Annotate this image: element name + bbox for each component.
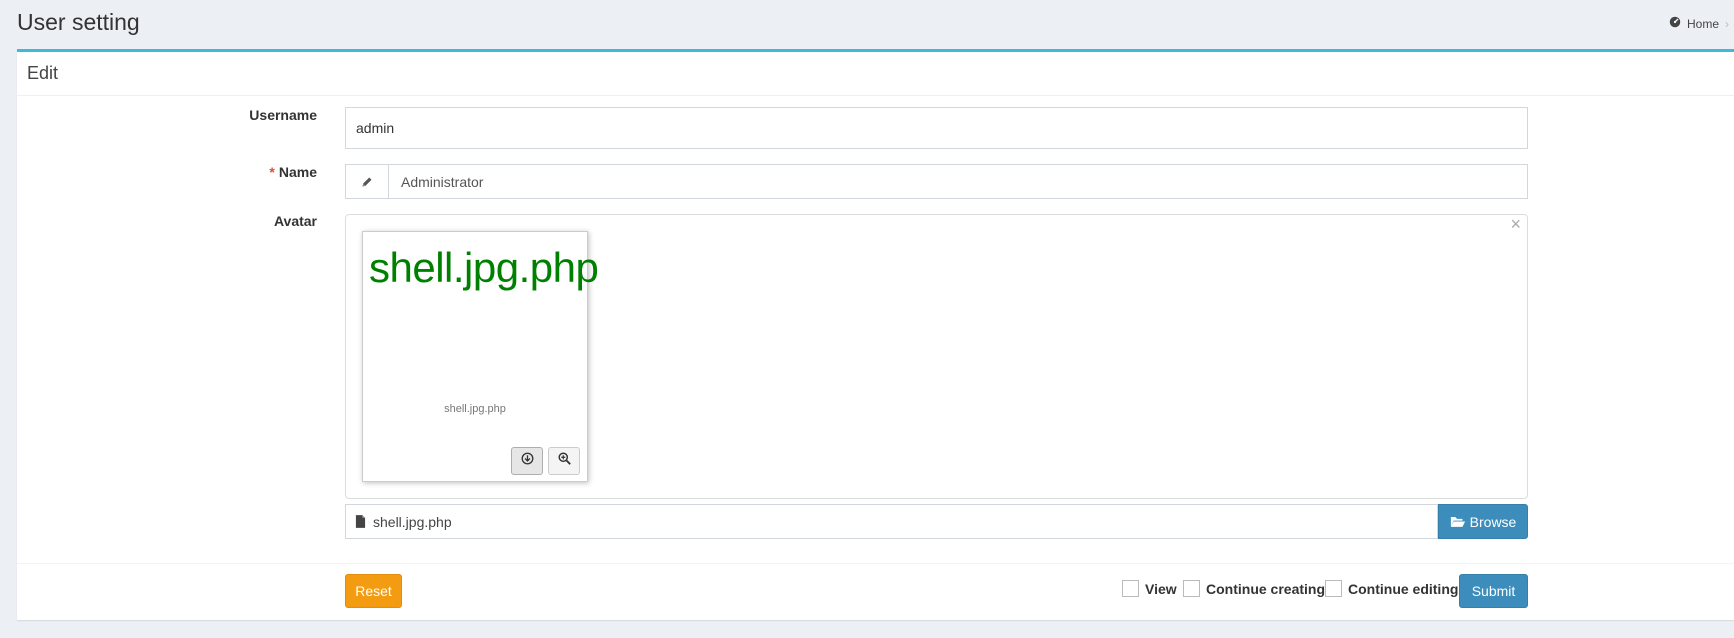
view-checkbox-box[interactable] [1122, 580, 1139, 597]
avatar-caption: shell.jpg.php [444, 403, 506, 415]
edit-form-box: Edit Username admin * Name Administrator … [17, 49, 1734, 620]
breadcrumb-separator: › [1725, 16, 1730, 31]
breadcrumb-home-link[interactable]: Home [1687, 17, 1719, 31]
username-input[interactable]: admin [345, 107, 1528, 149]
continue-editing-checkbox[interactable]: Continue editing [1325, 580, 1458, 597]
close-icon[interactable]: × [1510, 215, 1521, 233]
avatar-label: Avatar [273, 213, 317, 229]
file-name: shell.jpg.php [373, 513, 452, 530]
username-label: Username [249, 107, 317, 123]
file-caption-field[interactable]: shell.jpg.php [345, 504, 1438, 539]
view-label: View [1145, 580, 1177, 597]
file-icon [355, 515, 366, 528]
zoom-in-icon [557, 452, 571, 470]
required-marker: * [269, 164, 275, 180]
download-button[interactable] [511, 447, 543, 475]
dashboard-icon [1669, 16, 1681, 31]
view-checkbox[interactable]: View [1122, 580, 1177, 597]
pencil-icon [346, 165, 389, 198]
name-value: Administrator [401, 173, 484, 190]
username-value: admin [356, 120, 395, 136]
footer-divider [17, 563, 1734, 564]
browse-button[interactable]: Browse [1438, 504, 1528, 539]
avatar-preview-panel: × shell.jpg.php shell.jpg.php [345, 214, 1528, 499]
continue-creating-box[interactable] [1183, 580, 1200, 597]
name-field[interactable]: Administrator [345, 164, 1528, 199]
submit-button[interactable]: Submit [1459, 574, 1528, 608]
reset-button[interactable]: Reset [345, 574, 402, 608]
breadcrumb: Home › [1669, 16, 1729, 31]
folder-open-icon [1450, 515, 1466, 528]
avatar-preview-text: shell.jpg.php [369, 244, 599, 291]
continue-editing-box[interactable] [1325, 580, 1342, 597]
download-icon [521, 452, 534, 470]
box-title: Edit [17, 52, 1734, 96]
name-label-text: Name [278, 164, 317, 180]
continue-creating-checkbox[interactable]: Continue creating [1183, 580, 1325, 597]
name-label: * Name [17, 164, 317, 180]
page-title: User setting [17, 9, 140, 35]
avatar-thumbnail: shell.jpg.php shell.jpg.php [362, 231, 599, 482]
continue-creating-label: Continue creating [1206, 580, 1326, 597]
zoom-button[interactable] [548, 447, 580, 475]
browse-label: Browse [1469, 513, 1517, 530]
continue-editing-label: Continue editing [1348, 580, 1459, 597]
